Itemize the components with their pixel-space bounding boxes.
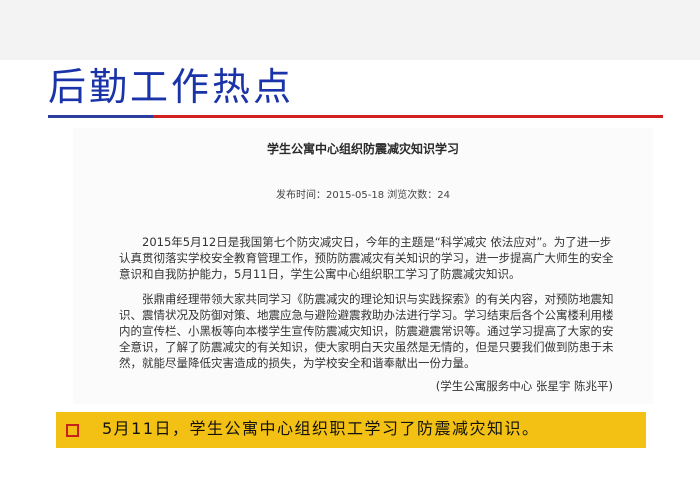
square-bullet-icon xyxy=(66,424,79,437)
title-rule-red xyxy=(153,115,663,118)
top-band xyxy=(0,0,700,60)
article-signature: (学生公寓服务中心 张星宇 陈兆平) xyxy=(435,379,613,393)
article-screenshot: 学生公寓中心组织防震减灾知识学习 发布时间：2015-05-18 浏览次数：24… xyxy=(73,128,653,404)
title-rule-blue xyxy=(48,115,153,118)
highlight-text: 5月11日，学生公寓中心组织职工学习了防震减灾知识。 xyxy=(102,419,540,438)
slide-title: 后勤工作热点 xyxy=(48,65,295,109)
article-meta: 发布时间：2015-05-18 浏览次数：24 xyxy=(275,190,451,201)
highlight-box: 5月11日，学生公寓中心组织职工学习了防震减灾知识。 xyxy=(56,412,646,448)
article-paragraph-2: 张鼎甫经理带领大家共同学习《防震减灾的理论知识与实践探索》的有关内容，对预防地震… xyxy=(119,292,614,370)
article-title: 学生公寓中心组织防震减灾知识学习 xyxy=(266,142,459,156)
article-paragraph-1: 2015年5月12日是我国第七个防灾减灾日，今年的主题是“科学减灾 依法应对”。… xyxy=(119,235,614,281)
